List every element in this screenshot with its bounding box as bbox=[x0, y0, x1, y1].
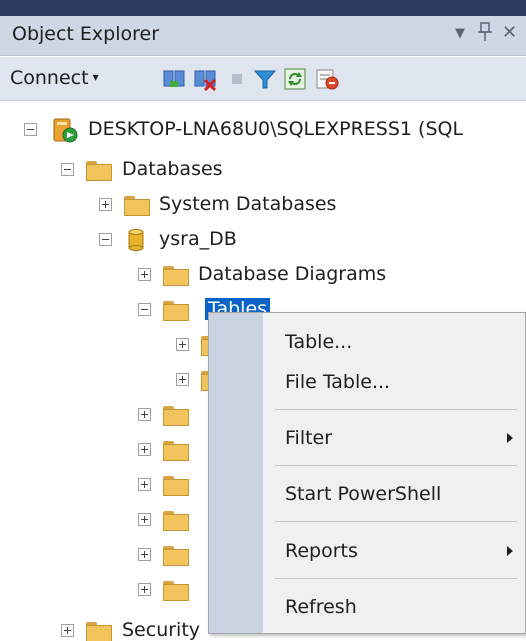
folder-icon bbox=[163, 546, 189, 566]
collapse-icon[interactable] bbox=[24, 123, 37, 136]
expand-icon[interactable] bbox=[176, 338, 189, 351]
expand-icon[interactable] bbox=[138, 443, 151, 456]
expand-icon[interactable] bbox=[99, 198, 112, 211]
context-menu: Table... File Table... Filter Start Powe… bbox=[208, 312, 526, 634]
object-explorer-toolbar: Connect ▾ bbox=[0, 57, 526, 101]
filter-icon[interactable] bbox=[253, 67, 277, 91]
folder-icon bbox=[86, 161, 112, 181]
menu-item-label: Reports bbox=[285, 540, 358, 562]
menu-item-refresh[interactable]: Refresh bbox=[263, 590, 525, 624]
tree-label-system-databases: System Databases bbox=[159, 193, 337, 215]
folder-icon bbox=[163, 511, 189, 531]
expand-icon[interactable] bbox=[138, 268, 151, 281]
connect-button[interactable]: Connect ▾ bbox=[10, 67, 99, 89]
connect-object-explorer-icon[interactable] bbox=[162, 67, 186, 91]
chevron-down-icon: ▾ bbox=[92, 70, 99, 84]
menu-item-new-table[interactable]: Table... bbox=[263, 325, 525, 359]
expand-icon[interactable] bbox=[61, 624, 74, 637]
window-position-dropdown-icon[interactable]: ▼ bbox=[455, 26, 465, 41]
close-icon[interactable]: ✕ bbox=[502, 22, 517, 43]
folder-icon bbox=[124, 196, 150, 216]
folder-icon bbox=[163, 301, 189, 321]
menu-item-reports[interactable]: Reports bbox=[263, 534, 525, 568]
expand-icon[interactable] bbox=[138, 478, 151, 491]
window-top-strip bbox=[0, 0, 526, 16]
tree-label-database-diagrams: Database Diagrams bbox=[198, 263, 387, 285]
server-icon bbox=[53, 118, 78, 143]
disconnect-icon[interactable] bbox=[193, 67, 217, 91]
connect-label: Connect bbox=[10, 67, 89, 89]
menu-item-filter[interactable]: Filter bbox=[263, 421, 525, 455]
expand-icon[interactable] bbox=[138, 583, 151, 596]
menu-item-label: Refresh bbox=[285, 596, 357, 618]
expand-icon[interactable] bbox=[138, 513, 151, 526]
collapse-icon[interactable] bbox=[138, 303, 151, 316]
folder-icon bbox=[163, 406, 189, 426]
folder-icon bbox=[163, 441, 189, 461]
refresh-icon[interactable] bbox=[283, 67, 307, 91]
tree-label-security: Security bbox=[122, 619, 201, 641]
folder-icon bbox=[163, 476, 189, 496]
activity-monitor-icon[interactable] bbox=[315, 67, 339, 91]
collapse-icon[interactable] bbox=[61, 163, 74, 176]
menu-item-label: Table... bbox=[285, 331, 353, 353]
tree-label-database: ysra_DB bbox=[159, 228, 237, 250]
context-menu-gutter bbox=[209, 313, 263, 633]
object-explorer-titlebar: Object Explorer ▼ ✕ bbox=[0, 16, 526, 56]
menu-separator bbox=[275, 521, 517, 522]
menu-item-start-powershell[interactable]: Start PowerShell bbox=[263, 477, 525, 511]
menu-separator bbox=[275, 465, 517, 466]
expand-icon[interactable] bbox=[176, 373, 189, 386]
submenu-arrow-icon bbox=[507, 433, 513, 443]
menu-item-label: Start PowerShell bbox=[285, 483, 442, 505]
tree-label-server: DESKTOP-LNA68U0\SQLEXPRESS1 (SQL bbox=[88, 118, 464, 140]
auto-hide-pin-icon[interactable] bbox=[478, 22, 492, 47]
expand-icon[interactable] bbox=[138, 408, 151, 421]
menu-item-label: Filter bbox=[285, 427, 333, 449]
stop-icon[interactable] bbox=[229, 71, 245, 87]
menu-item-new-file-table[interactable]: File Table... bbox=[263, 365, 525, 399]
menu-separator bbox=[275, 409, 517, 410]
folder-icon bbox=[163, 581, 189, 601]
folder-icon bbox=[163, 266, 189, 286]
menu-separator bbox=[275, 578, 517, 579]
expand-icon[interactable] bbox=[138, 548, 151, 561]
collapse-icon[interactable] bbox=[99, 233, 112, 246]
folder-icon bbox=[86, 622, 112, 641]
panel-title: Object Explorer bbox=[12, 23, 160, 45]
database-icon bbox=[128, 229, 144, 251]
tree-label-databases: Databases bbox=[122, 158, 223, 180]
menu-item-label: File Table... bbox=[285, 371, 391, 393]
submenu-arrow-icon bbox=[507, 546, 513, 556]
